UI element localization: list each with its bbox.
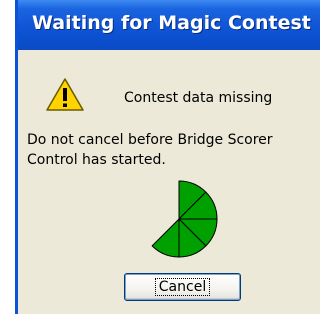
warning-icon	[46, 78, 84, 111]
message-title: Contest data missing	[124, 90, 273, 106]
cancel-button-label: Cancel	[154, 278, 211, 296]
cancel-button[interactable]: Cancel	[124, 273, 241, 301]
message-body: Do not cancel before Bridge Scorer Contr…	[27, 132, 273, 168]
dialog-window: Waiting for Magic Contest Contest data m…	[15, 0, 320, 314]
window-title: Waiting for Magic Contest	[32, 12, 311, 34]
progress-pie-segment	[151, 218, 180, 258]
progress-pie-icon	[151, 180, 218, 258]
title-bar[interactable]: Waiting for Magic Contest	[18, 0, 320, 50]
